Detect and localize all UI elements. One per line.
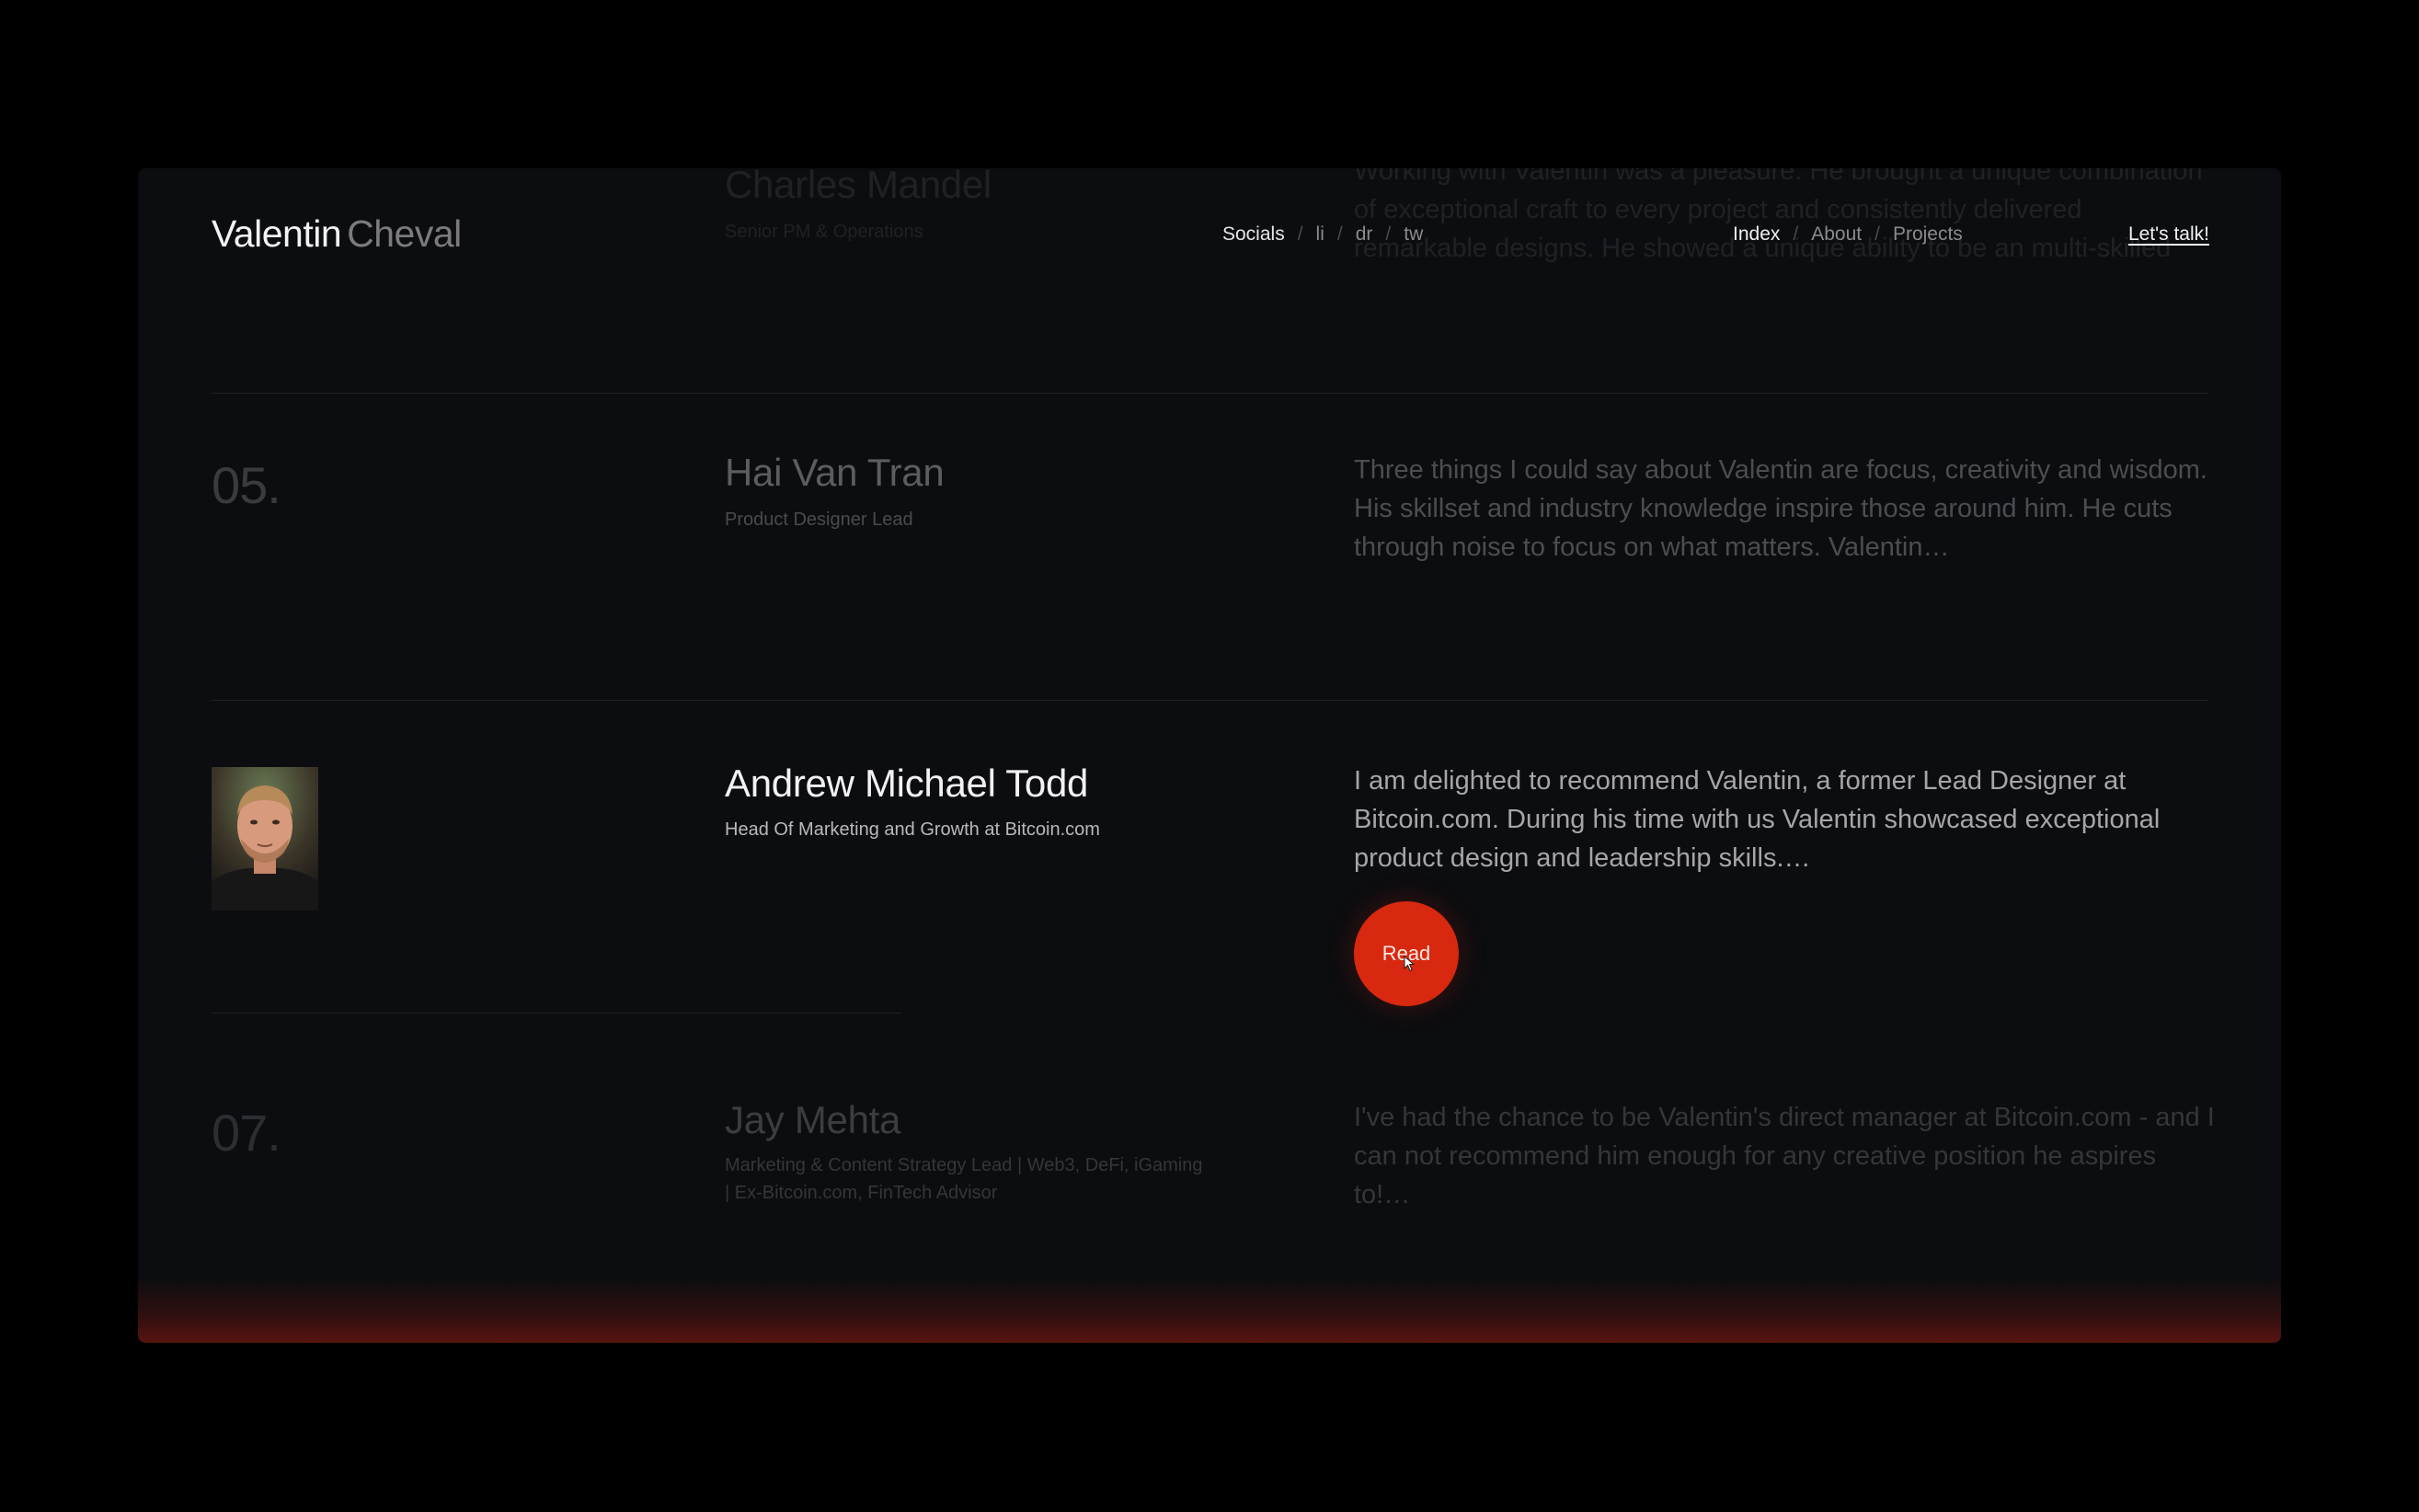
avatar bbox=[212, 767, 318, 911]
bottom-glow bbox=[138, 1278, 2281, 1343]
social-link-dribbble[interactable]: dr bbox=[1356, 223, 1373, 246]
lets-talk-link[interactable]: Let's talk! bbox=[2128, 223, 2209, 246]
separator: / bbox=[1385, 223, 1392, 245]
testimonial-role: Product Designer Lead bbox=[725, 510, 913, 530]
testimonial-quote: I've had the chance to be Valentin's dir… bbox=[1354, 1103, 2215, 1209]
social-link-twitter[interactable]: tw bbox=[1404, 223, 1423, 246]
testimonial-row[interactable]: 05. Hai Van Tran Product Designer Lead T… bbox=[138, 394, 2281, 700]
nav-item-projects[interactable]: Projects bbox=[1893, 223, 1963, 246]
testimonial-role: Head Of Marketing and Growth at Bitcoin.… bbox=[725, 819, 1100, 840]
separator: / bbox=[1793, 223, 1799, 245]
avatar-photo bbox=[212, 767, 318, 911]
separator: / bbox=[1874, 223, 1880, 245]
testimonial-number: 05. bbox=[212, 456, 281, 514]
testimonial-name: Andrew Michael Todd bbox=[725, 762, 1089, 805]
testimonial-name: Hai Van Tran bbox=[725, 451, 945, 494]
testimonial-role: Marketing & Content Strategy Lead | Web3… bbox=[725, 1155, 1203, 1203]
nav-item-index[interactable]: Index bbox=[1733, 223, 1780, 246]
socials-label: Socials bbox=[1222, 223, 1285, 245]
brand-first-name: Valentin bbox=[212, 212, 342, 255]
social-link-linkedin[interactable]: li bbox=[1316, 223, 1324, 246]
testimonial-row[interactable]: 07. Jay Mehta Marketing & Content Strate… bbox=[138, 1014, 2281, 1289]
brand-last-name: Cheval bbox=[347, 212, 462, 255]
testimonial-quote: I am delighted to recommend Valentin, a … bbox=[1354, 766, 2161, 873]
testimonial-quote: Three things I could say about Valentin … bbox=[1354, 455, 2207, 562]
testimonial-name: Jay Mehta bbox=[725, 1098, 901, 1141]
read-button[interactable]: Read bbox=[1354, 901, 1459, 1006]
nav-item-about[interactable]: About bbox=[1811, 223, 1862, 246]
brand-logo[interactable]: Valentin Cheval bbox=[212, 212, 462, 256]
main-nav: Index / About / Projects bbox=[1733, 223, 1963, 246]
separator: / bbox=[1336, 223, 1343, 245]
page-frame: Charles Mandel Senior PM & Operations Wo… bbox=[138, 168, 2281, 1343]
cursor-icon bbox=[1404, 956, 1415, 972]
site-header: Valentin Cheval Socials / li / dr / tw In… bbox=[138, 168, 2281, 306]
testimonial-number: 07. bbox=[212, 1104, 281, 1162]
socials-nav: Socials / li / dr / tw bbox=[1222, 223, 1423, 246]
separator: / bbox=[1297, 223, 1303, 245]
